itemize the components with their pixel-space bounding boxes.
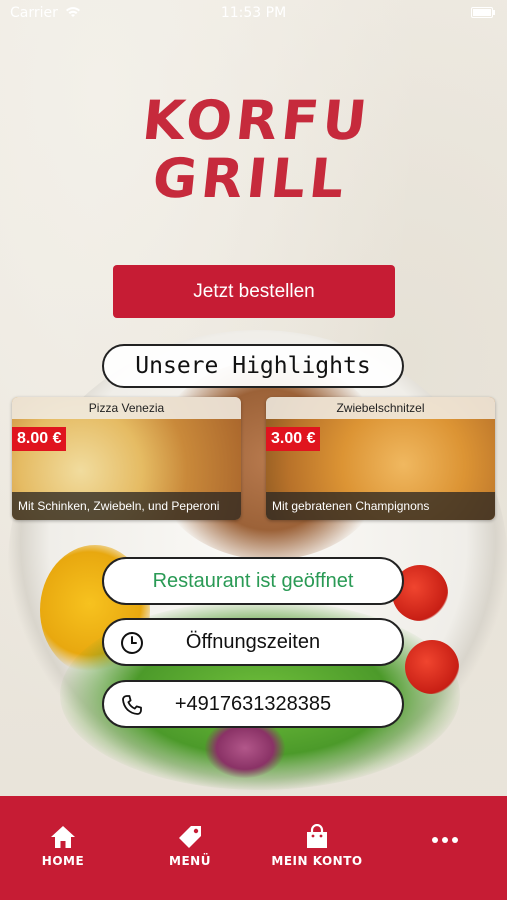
tab-label: MEIN KONTO bbox=[271, 854, 363, 868]
battery-icon bbox=[471, 7, 495, 18]
opening-hours-button[interactable]: Öffnungszeiten bbox=[102, 618, 404, 666]
status-bar: Carrier 11:53 PM bbox=[0, 0, 507, 26]
highlights-title: Unsere Highlights bbox=[102, 344, 404, 388]
more-icon bbox=[432, 837, 458, 843]
highlight-card-pizza[interactable]: Pizza Venezia 8.00 € Mit Schinken, Zwieb… bbox=[12, 397, 241, 520]
logo-line-1: KORFU bbox=[139, 89, 374, 152]
shopping-bag-icon bbox=[307, 824, 327, 848]
highlight-card-schnitzel[interactable]: Zwiebelschnitzel 3.00 € Mit gebratenen C… bbox=[266, 397, 495, 520]
tag-icon bbox=[179, 826, 201, 848]
tab-label: MENÜ bbox=[169, 854, 211, 868]
tomato-image bbox=[405, 640, 459, 694]
opening-hours-label: Öffnungszeiten bbox=[185, 630, 321, 653]
price-badge: 8.00 € bbox=[12, 427, 67, 451]
tab-more[interactable] bbox=[395, 836, 495, 844]
highlight-name: Pizza Venezia bbox=[12, 397, 241, 419]
clock-icon bbox=[121, 632, 143, 654]
restaurant-logo: KORFU GRILL bbox=[0, 89, 507, 210]
phone-button[interactable]: +4917631328385 bbox=[102, 680, 404, 728]
phone-icon bbox=[122, 695, 142, 715]
order-now-button[interactable]: Jetzt bestellen bbox=[113, 265, 395, 318]
phone-number: +4917631328385 bbox=[174, 692, 332, 715]
open-status-text: Restaurant ist geöffnet bbox=[152, 569, 354, 592]
tab-label: HOME bbox=[41, 854, 85, 868]
bottom-tab-bar: HOME MENÜ MEIN KONTO bbox=[0, 796, 507, 900]
logo-line-2: GRILL bbox=[149, 147, 352, 210]
tab-account[interactable]: MEIN KONTO bbox=[267, 824, 367, 868]
home-icon bbox=[51, 826, 75, 848]
highlight-description: Mit Schinken, Zwiebeln, und Peperoni bbox=[12, 492, 241, 520]
price-badge: 3.00 € bbox=[266, 427, 321, 451]
tab-menu[interactable]: MENÜ bbox=[140, 824, 240, 868]
highlight-name: Zwiebelschnitzel bbox=[266, 397, 495, 419]
highlight-description: Mit gebratenen Champignons bbox=[266, 492, 495, 520]
status-time: 11:53 PM bbox=[220, 5, 287, 21]
open-status-pill: Restaurant ist geöffnet bbox=[102, 557, 404, 605]
tab-home[interactable]: HOME bbox=[13, 824, 113, 868]
